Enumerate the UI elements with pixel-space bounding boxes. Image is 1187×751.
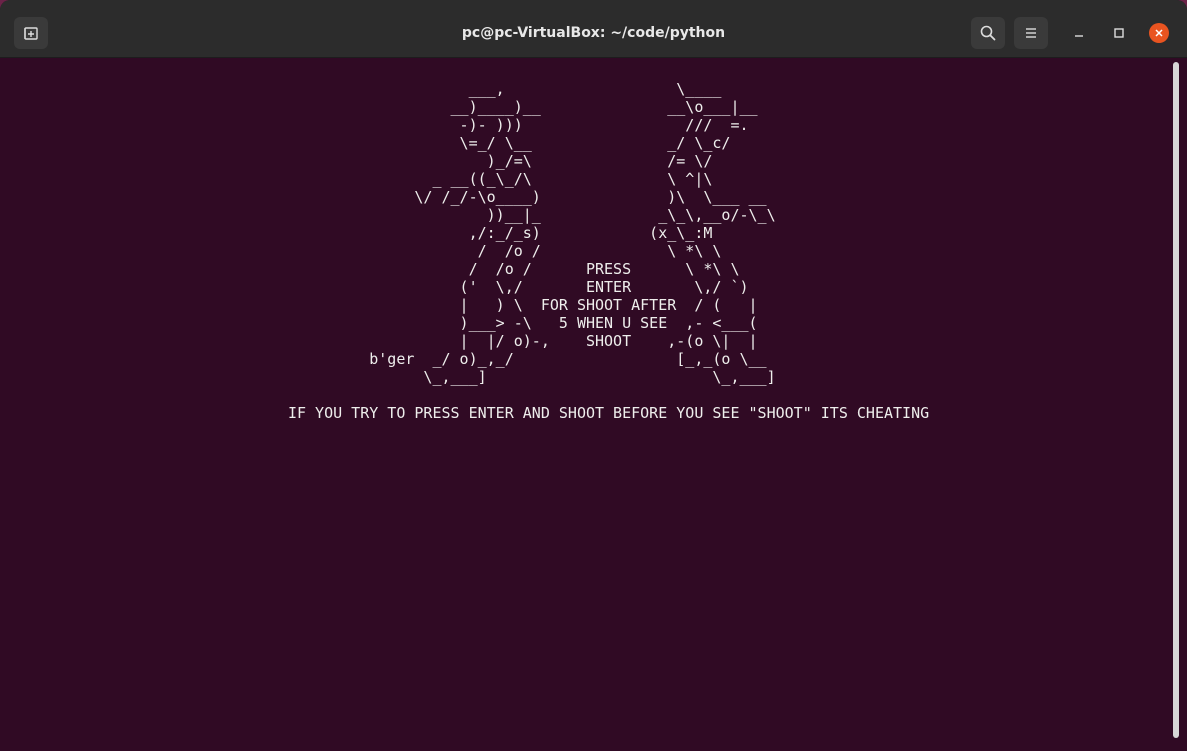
maximize-icon (1114, 28, 1124, 38)
terminal-line: / /o / \ *\ \ (8, 242, 722, 260)
terminal-line: (' \,/ ENTER \,/ `) (8, 278, 749, 296)
terminal-line: -)- ))) /// =. (8, 116, 749, 134)
terminal-line: / /o / PRESS \ *\ \ (8, 260, 740, 278)
terminal-line: ))__|_ _\_\,__o/-\_\ (8, 206, 776, 224)
terminal-line: )_/=\ /= \/ (8, 152, 713, 170)
close-icon (1155, 29, 1163, 37)
terminal-line: \/ /_/-\o____) )\ \___ __ (8, 188, 767, 206)
maximize-button[interactable] (1109, 23, 1129, 43)
search-icon (980, 25, 996, 41)
terminal-line: \=_/ \__ _/ \_c/ (8, 134, 731, 152)
close-button[interactable] (1149, 23, 1169, 43)
window-title: pc@pc-VirtualBox: ~/code/python (461, 25, 726, 41)
minimize-icon (1075, 35, 1083, 37)
terminal-window: pc@pc-VirtualBox: ~/code/python ___, \__… (0, 0, 1187, 751)
terminal-line: )___> -\ 5 WHEN U SEE ,- <___( (8, 314, 758, 332)
minimize-button[interactable] (1069, 23, 1089, 43)
search-button[interactable] (971, 17, 1005, 49)
terminal-line: IF YOU TRY TO PRESS ENTER AND SHOOT BEFO… (8, 404, 930, 422)
scrollbar[interactable] (1170, 58, 1182, 743)
terminal-line: | ) \ FOR SHOOT AFTER / ( | (8, 296, 758, 314)
terminal-area[interactable]: ___, \____ __)____)__ __\o___|__ -)- )))… (8, 58, 1168, 743)
terminal-line: \_,___] \_,___] (8, 368, 776, 386)
terminal-line: ___, \____ (8, 80, 722, 98)
terminal-line: ,/:_/_s) (x_\_:M (8, 224, 713, 242)
hamburger-menu-icon (1026, 28, 1036, 38)
title-bar: pc@pc-VirtualBox: ~/code/python (0, 0, 1187, 58)
terminal-output: ___, \____ __)____)__ __\o___|__ -)- )))… (8, 80, 1168, 422)
terminal-line: _ __((_\_/\ \ ^|\ (8, 170, 713, 188)
menu-button[interactable] (1014, 17, 1048, 49)
terminal-line: | |/ o)-, SHOOT ,-(o \| | (8, 332, 758, 350)
terminal-line: __)____)__ __\o___|__ (8, 98, 758, 116)
terminal-line: b'ger _/ o)_,_/ [_,_(o \__ (8, 350, 767, 368)
scrollbar-thumb[interactable] (1173, 62, 1179, 738)
